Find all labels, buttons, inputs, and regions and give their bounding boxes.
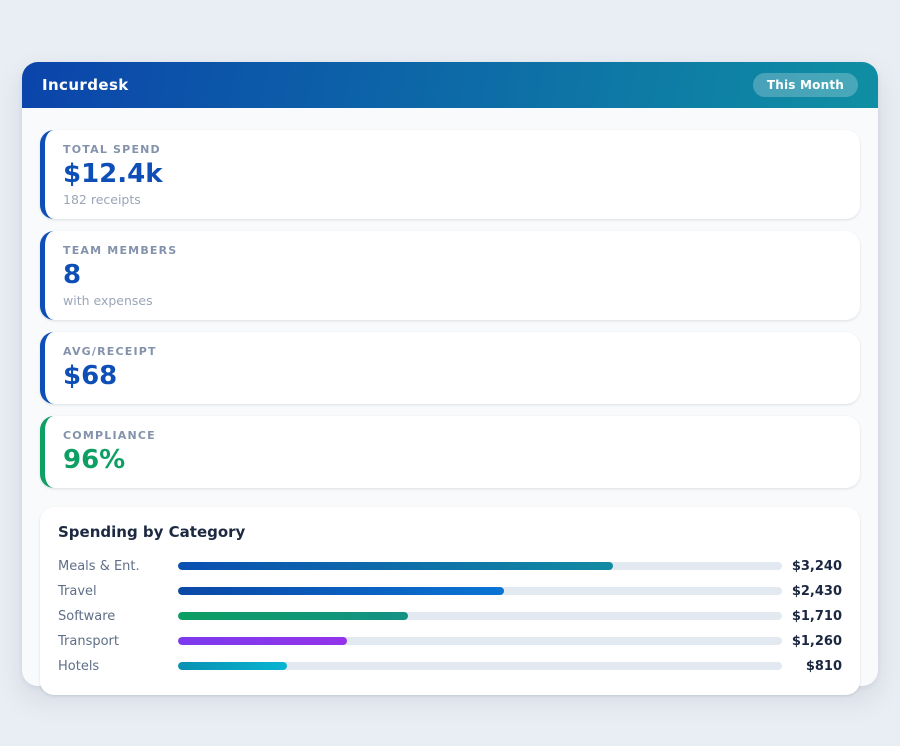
chart-title: Spending by Category xyxy=(58,523,842,541)
chart-row-software: Software $1,710 xyxy=(58,604,842,629)
stat-value: $12.4k xyxy=(63,160,842,190)
period-filter-badge[interactable]: This Month xyxy=(753,73,858,97)
stat-subtext: with expenses xyxy=(63,293,842,308)
stat-value: $68 xyxy=(63,362,842,392)
dashboard-panel: Incurdesk This Month TOTAL SPEND $12.4k … xyxy=(22,62,878,686)
category-label: Hotels xyxy=(58,659,178,674)
spending-by-category-chart: Spending by Category Meals & Ent. $3,240… xyxy=(40,507,860,695)
bar-fill-hotels xyxy=(178,662,287,670)
stat-label: COMPLIANCE xyxy=(63,429,842,442)
category-value: $1,710 xyxy=(790,609,842,624)
bar-track xyxy=(178,612,782,620)
category-label: Transport xyxy=(58,634,178,649)
bar-fill-transport xyxy=(178,637,347,645)
bar-fill-meals xyxy=(178,562,613,570)
bar-fill-travel xyxy=(178,587,504,595)
bar-track xyxy=(178,587,782,595)
app-title: Incurdesk xyxy=(42,76,129,94)
category-label: Software xyxy=(58,609,178,624)
bar-track xyxy=(178,662,782,670)
app-header: Incurdesk This Month xyxy=(22,62,878,108)
category-value: $810 xyxy=(790,659,842,674)
stat-card-total-spend: TOTAL SPEND $12.4k 182 receipts xyxy=(40,130,860,219)
category-label: Meals & Ent. xyxy=(58,559,178,574)
category-label: Travel xyxy=(58,584,178,599)
stat-label: TOTAL SPEND xyxy=(63,143,842,156)
chart-row-hotels: Hotels $810 xyxy=(58,654,842,679)
dashboard-content: TOTAL SPEND $12.4k 182 receipts TEAM MEM… xyxy=(22,108,878,695)
chart-row-meals: Meals & Ent. $3,240 xyxy=(58,554,842,579)
category-value: $3,240 xyxy=(790,559,842,574)
bar-track xyxy=(178,562,782,570)
bar-track xyxy=(178,637,782,645)
chart-row-travel: Travel $2,430 xyxy=(58,579,842,604)
category-value: $2,430 xyxy=(790,584,842,599)
stat-label: AVG/RECEIPT xyxy=(63,345,842,358)
bar-fill-software xyxy=(178,612,408,620)
category-value: $1,260 xyxy=(790,634,842,649)
stat-card-compliance: COMPLIANCE 96% xyxy=(40,416,860,488)
stat-card-team-members: TEAM MEMBERS 8 with expenses xyxy=(40,231,860,320)
chart-row-transport: Transport $1,260 xyxy=(58,629,842,654)
stat-subtext: 182 receipts xyxy=(63,192,842,207)
stat-card-avg-receipt: AVG/RECEIPT $68 xyxy=(40,332,860,404)
stat-value: 8 xyxy=(63,261,842,291)
stat-label: TEAM MEMBERS xyxy=(63,244,842,257)
stat-value: 96% xyxy=(63,446,842,476)
